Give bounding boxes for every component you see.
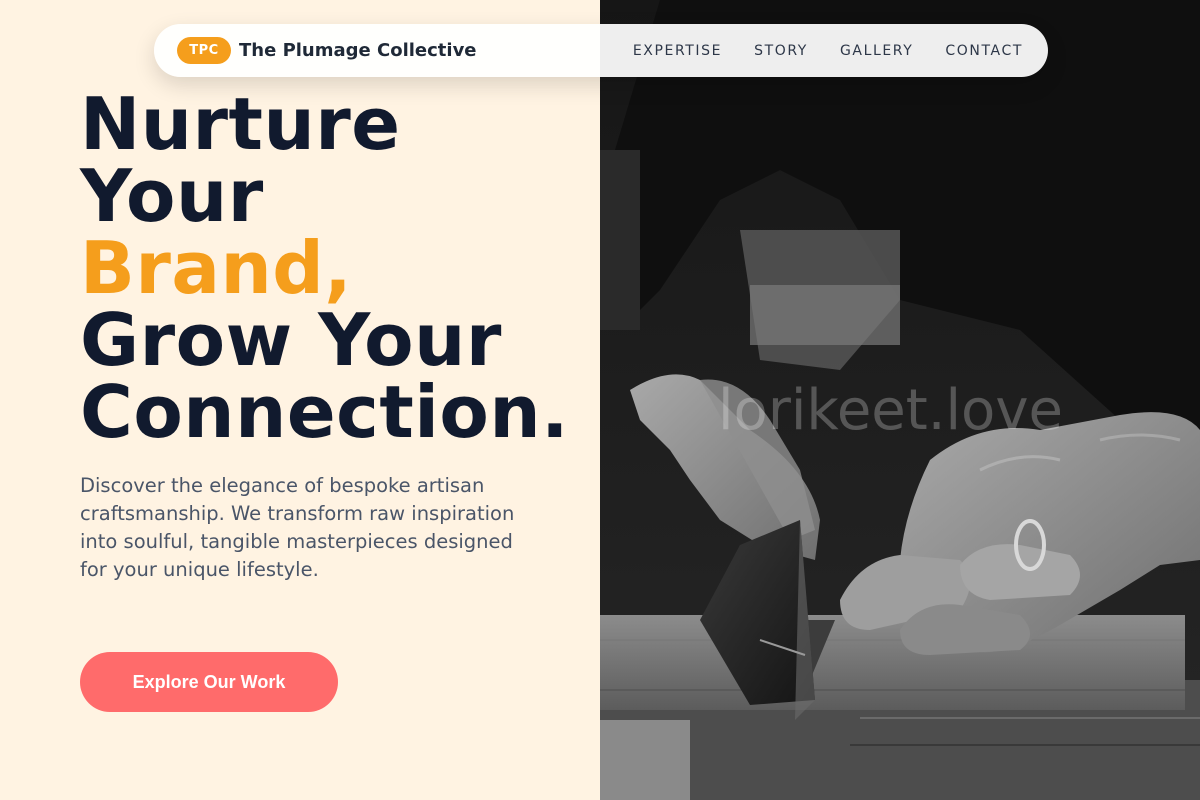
nav-link-story[interactable]: STORY	[754, 43, 808, 59]
headline-line-1: Nurture	[80, 82, 401, 166]
headline-line-5: Connection.	[80, 370, 570, 454]
nav-links: EXPERTISE STORY GALLERY CONTACT	[633, 43, 1023, 59]
headline-line-4: Grow Your	[80, 298, 502, 382]
brand-name[interactable]: The Plumage Collective	[239, 40, 477, 61]
hero-description: Discover the elegance of bespoke artisan…	[80, 474, 515, 581]
watermark: lorikeet.love	[718, 378, 1063, 443]
headline-accent: Brand,	[80, 226, 353, 310]
hero-headline: Nurture Your Brand, Grow Your Connection…	[80, 88, 569, 448]
nav-link-contact[interactable]: CONTACT	[945, 43, 1023, 59]
explore-work-button[interactable]: Explore Our Work	[80, 652, 338, 712]
top-navbar: TPC The Plumage Collective EXPERTISE STO…	[154, 24, 1048, 77]
logo-badge[interactable]: TPC	[177, 37, 231, 64]
nav-link-gallery[interactable]: GALLERY	[840, 43, 913, 59]
hero-left-panel: Nurture Your Brand, Grow Your Connection…	[0, 0, 600, 800]
nav-link-expertise[interactable]: EXPERTISE	[633, 43, 722, 59]
headline-line-2: Your	[80, 154, 264, 238]
